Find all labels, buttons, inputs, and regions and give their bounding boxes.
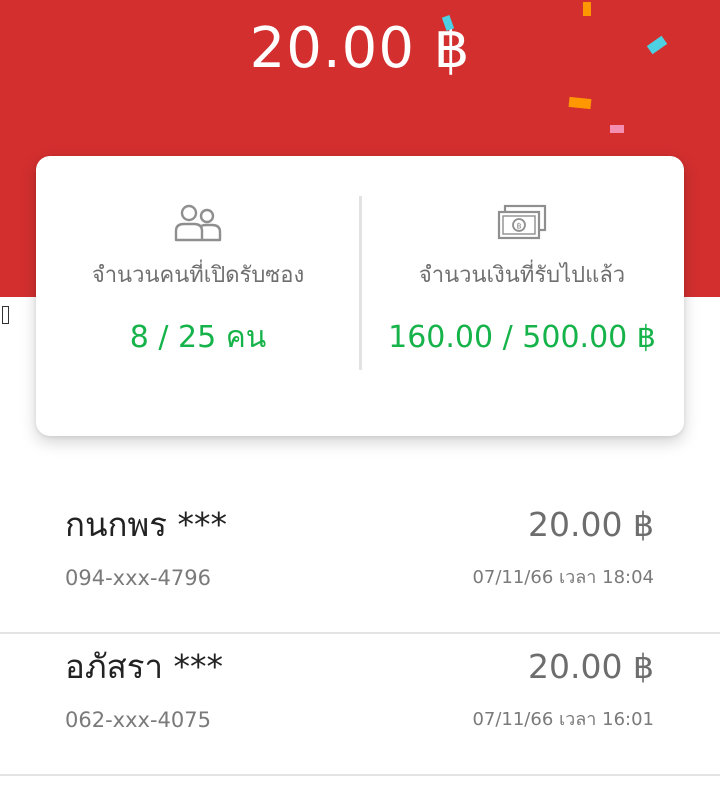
confetti-piece	[646, 35, 668, 55]
recipient-amount: 20.00 ฿	[528, 505, 654, 544]
recipient-phone: 062-xxx-4075	[65, 708, 211, 732]
opened-count-value: 8 / 25 คน	[129, 320, 267, 355]
stats-card: จำนวนคนที่เปิดรับซอง 8 / 25 คน ฿ จำนวนเง…	[36, 156, 684, 436]
opened-count-stat: จำนวนคนที่เปิดรับซอง 8 / 25 คน	[36, 156, 360, 436]
confetti-piece	[568, 96, 592, 110]
recipient-row[interactable]: อภัสรา *** 20.00 ฿ 062-xxx-4075 07/11/66…	[0, 634, 720, 776]
confetti-piece	[610, 125, 624, 133]
recipient-timestamp: 07/11/66 เวลา 16:01	[472, 709, 654, 730]
confetti-piece	[583, 2, 591, 16]
received-money-stat: ฿ จำนวนเงินที่รับไปแล้ว 160.00 / 500.00 …	[360, 156, 684, 436]
received-money-value: 160.00 / 500.00 ฿	[388, 320, 656, 355]
people-icon	[174, 204, 222, 242]
recipient-row[interactable]: กนกพร *** 20.00 ฿ 094-xxx-4796 07/11/66 …	[0, 492, 720, 634]
received-money-label: จำนวนเงินที่รับไปแล้ว	[418, 263, 626, 288]
angpao-detail-screen: 20.00 ฿ จำนวนคนที่เปิดรับซอง 8 / 25 คน ฿…	[0, 0, 720, 802]
missing-glyph-box	[2, 306, 9, 324]
confetti-piece	[441, 15, 455, 31]
header-amount: 20.00 ฿	[249, 16, 471, 81]
recipient-timestamp: 07/11/66 เวลา 18:04	[472, 567, 654, 588]
svg-text:฿: ฿	[516, 222, 521, 231]
recipient-name: อภัสรา ***	[65, 647, 223, 686]
recipient-name: กนกพร ***	[65, 505, 227, 544]
recipient-phone: 094-xxx-4796	[65, 566, 211, 590]
banknote-icon: ฿	[497, 204, 547, 240]
opened-count-label: จำนวนคนที่เปิดรับซอง	[91, 263, 305, 288]
recipient-amount: 20.00 ฿	[528, 647, 654, 686]
